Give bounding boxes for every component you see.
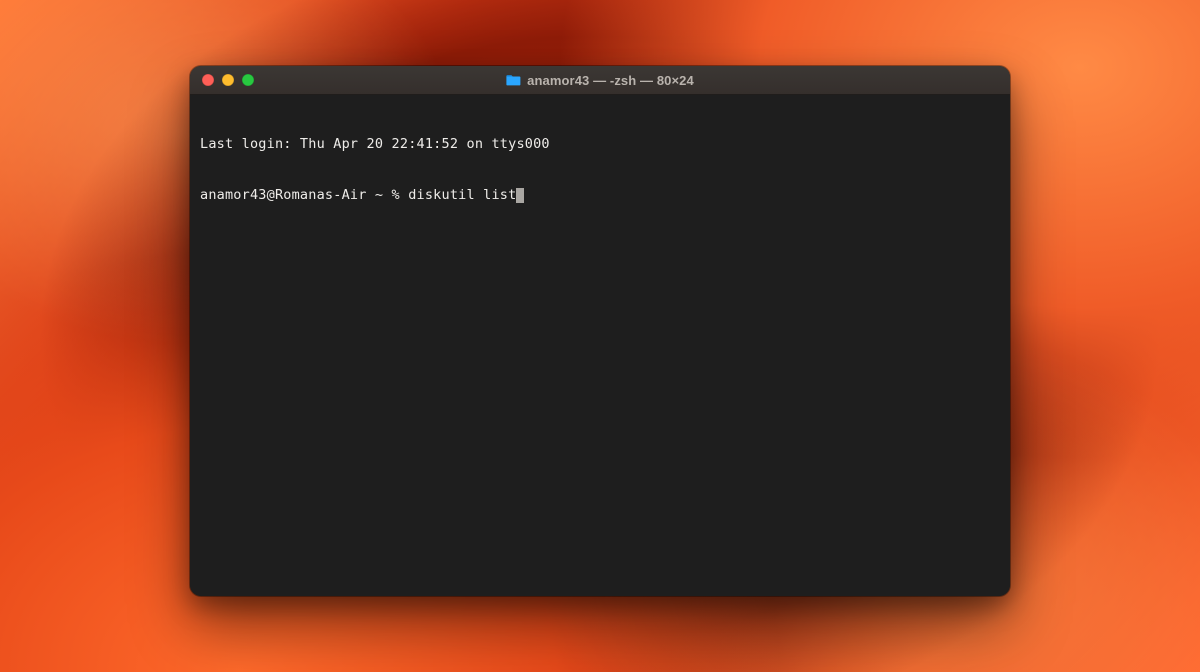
terminal-window: anamor43 — -zsh — 80×24 Last login: Thu … xyxy=(190,66,1010,596)
minimize-button[interactable] xyxy=(222,74,234,86)
close-button[interactable] xyxy=(202,74,214,86)
cursor xyxy=(516,188,524,203)
folder-icon xyxy=(506,74,521,86)
window-titlebar[interactable]: anamor43 — -zsh — 80×24 xyxy=(190,66,1010,95)
window-title: anamor43 — -zsh — 80×24 xyxy=(527,73,694,88)
terminal-body[interactable]: Last login: Thu Apr 20 22:41:52 on ttys0… xyxy=(190,95,1010,596)
window-title-group: anamor43 — -zsh — 80×24 xyxy=(190,73,1010,88)
traffic-lights xyxy=(190,74,254,86)
typed-command: diskutil list xyxy=(408,187,516,204)
shell-prompt: anamor43@Romanas-Air ~ % xyxy=(200,187,408,204)
zoom-button[interactable] xyxy=(242,74,254,86)
last-login-line: Last login: Thu Apr 20 22:41:52 on ttys0… xyxy=(200,136,1000,153)
prompt-line: anamor43@Romanas-Air ~ % diskutil list xyxy=(200,187,1000,204)
